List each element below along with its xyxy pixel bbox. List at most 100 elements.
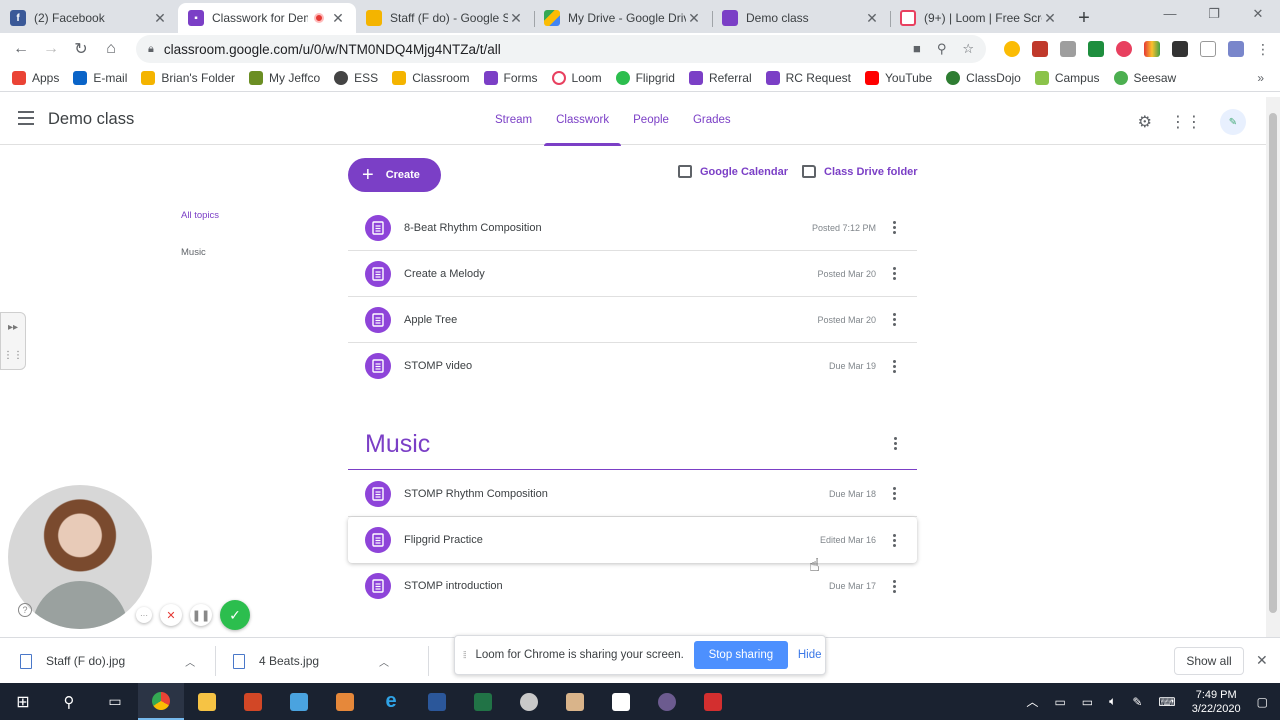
bookmark-apps[interactable]: Apps	[12, 71, 59, 85]
pause-icon[interactable]: ❚❚	[190, 604, 212, 626]
list-item[interactable]: Create a Melody Posted Mar 20	[348, 251, 917, 297]
scrollbar-thumb[interactable]	[1269, 113, 1277, 613]
list-item[interactable]: Apple Tree Posted Mar 20	[348, 297, 917, 343]
excel-icon[interactable]	[460, 683, 506, 720]
bookmark-my-jeffco[interactable]: My Jeffco	[249, 71, 320, 85]
browser-tab-slides[interactable]: Staff (F do) - Google Sli ✕	[356, 3, 534, 33]
avatar[interactable]: ✎	[1220, 109, 1246, 135]
close-icon[interactable]: ✕	[1256, 652, 1268, 669]
browser-tab-loom[interactable]: (9+) | Loom | Free Scree ✕	[890, 3, 1068, 33]
chrome-icon[interactable]	[138, 683, 184, 720]
chevron-up-icon[interactable]: ︿	[379, 654, 389, 669]
finish-recording-icon[interactable]: ✓	[220, 600, 250, 630]
download-item[interactable]: Staff (F do).jpg ︿	[20, 638, 195, 684]
tab-stream[interactable]: Stream	[483, 97, 544, 145]
battery-icon[interactable]: ▭	[1082, 695, 1093, 709]
close-icon[interactable]: ✕	[330, 10, 346, 27]
show-all-button[interactable]: Show all	[1174, 647, 1244, 675]
more-horiz-icon[interactable]: ···	[136, 607, 152, 623]
bookmark-classroom[interactable]: Classroom	[392, 71, 470, 85]
notifications-icon[interactable]: ▢	[1257, 695, 1268, 709]
topic-all-topics[interactable]: All topics	[181, 210, 219, 221]
media-player-icon[interactable]	[322, 683, 368, 720]
stop-sharing-button[interactable]: Stop sharing	[693, 641, 788, 669]
more-vert-icon[interactable]	[893, 579, 897, 593]
browser-tab-drive[interactable]: My Drive - Google Driv ✕	[534, 3, 712, 33]
more-vert-icon[interactable]	[893, 313, 897, 326]
extension-icon[interactable]	[1144, 40, 1160, 57]
close-window-icon[interactable]: ✕	[1236, 0, 1280, 30]
star-icon[interactable]: ☆	[962, 41, 974, 57]
gear-icon[interactable]: ⚙	[1138, 112, 1152, 132]
file-explorer-icon[interactable]	[184, 683, 230, 720]
more-vert-icon[interactable]	[893, 267, 897, 280]
bookmark-youtube[interactable]: YouTube	[865, 71, 932, 85]
class-title[interactable]: Demo class	[48, 110, 134, 129]
internet-explorer-icon[interactable]: e	[368, 683, 414, 720]
bookmark-brians-folder[interactable]: Brian's Folder	[141, 71, 235, 85]
app-icon[interactable]	[276, 683, 322, 720]
task-view-icon[interactable]: ▭	[92, 683, 138, 720]
bookmark-ess[interactable]: ESS	[334, 71, 378, 85]
app-icon[interactable]	[552, 683, 598, 720]
camera-icon[interactable]: ■	[913, 41, 921, 57]
zoom-icon[interactable]: ⚲	[937, 41, 947, 57]
loom-drawer-handle[interactable]: ▸▸ ⋮⋮	[0, 312, 26, 370]
keyboard-icon[interactable]: ⌨	[1158, 695, 1175, 709]
bookmark-seesaw[interactable]: Seesaw	[1113, 71, 1176, 85]
browser-tab-classwork[interactable]: ▪ Classwork for Dem ✕	[178, 3, 356, 33]
extension-icon[interactable]	[1060, 40, 1076, 57]
extension-icon[interactable]	[1200, 40, 1216, 57]
cancel-recording-icon[interactable]: ✕	[160, 604, 182, 626]
browser-tab-demo-class[interactable]: Demo class ✕	[712, 3, 890, 33]
apps-grid-icon[interactable]: ⋮⋮	[1170, 112, 1202, 132]
extension-icon[interactable]	[1004, 40, 1020, 57]
chevron-up-icon[interactable]: ︿	[1026, 693, 1038, 710]
create-button[interactable]: + Create	[348, 158, 441, 192]
photos-icon[interactable]	[598, 683, 644, 720]
page-scrollbar[interactable]	[1266, 97, 1280, 637]
google-calendar-link[interactable]: Google Calendar	[678, 165, 788, 178]
music-app-icon[interactable]	[644, 683, 690, 720]
list-item[interactable]: Flipgrid Practice Edited Mar 16	[348, 517, 917, 563]
drag-handle-icon[interactable]: ⦙⦙	[463, 650, 467, 661]
bookmark-classdojo[interactable]: ClassDojo	[946, 71, 1021, 85]
tab-classwork[interactable]: Classwork	[544, 97, 622, 146]
close-icon[interactable]: ✕	[686, 10, 702, 27]
close-icon[interactable]: ✕	[864, 10, 880, 27]
search-icon[interactable]: ⚲	[46, 683, 92, 720]
tab-grades[interactable]: Grades	[681, 97, 743, 145]
loom-extension-icon[interactable]	[1116, 40, 1132, 57]
bookmark-email[interactable]: E-mail	[73, 71, 127, 85]
acrobat-icon[interactable]	[690, 683, 736, 720]
new-tab-button[interactable]: +	[1068, 3, 1100, 33]
close-icon[interactable]: ✕	[152, 10, 168, 27]
volume-icon[interactable]: 🔈︎	[1109, 694, 1116, 709]
list-item[interactable]: STOMP video Due Mar 19	[348, 343, 917, 389]
app-icon[interactable]	[506, 683, 552, 720]
windows-start-icon[interactable]: ⊞	[0, 683, 46, 720]
more-vert-icon[interactable]	[893, 359, 897, 373]
powerpoint-icon[interactable]	[230, 683, 276, 720]
chevron-up-icon[interactable]: ︿	[185, 654, 195, 669]
pen-icon[interactable]: ✎	[1132, 695, 1142, 709]
minimize-icon[interactable]: —	[1148, 0, 1192, 30]
more-vert-icon[interactable]	[894, 437, 898, 450]
help-icon[interactable]: ?	[18, 603, 32, 617]
browser-tab-facebook[interactable]: f (2) Facebook ✕	[0, 3, 178, 33]
more-vert-icon[interactable]	[893, 533, 897, 547]
download-item[interactable]: 4 Beats.jpg ︿	[233, 638, 389, 684]
class-drive-folder-link[interactable]: Class Drive folder	[802, 165, 918, 178]
extension-icon[interactable]	[1172, 40, 1188, 57]
list-item[interactable]: STOMP introduction Due Mar 17	[348, 563, 917, 609]
clock[interactable]: 7:49 PM 3/22/2020	[1192, 688, 1241, 716]
list-item[interactable]: STOMP Rhythm Composition Due Mar 18	[348, 471, 917, 517]
restore-icon[interactable]: ❐	[1192, 0, 1236, 30]
bookmark-referral[interactable]: Referral	[688, 71, 752, 85]
extension-icon[interactable]	[1032, 40, 1048, 57]
hide-button[interactable]: Hide	[798, 649, 822, 661]
extension-icon[interactable]	[1228, 40, 1244, 57]
bookmark-campus[interactable]: Campus	[1034, 71, 1100, 85]
tab-people[interactable]: People	[621, 97, 681, 145]
network-icon[interactable]: ▭	[1054, 695, 1065, 709]
